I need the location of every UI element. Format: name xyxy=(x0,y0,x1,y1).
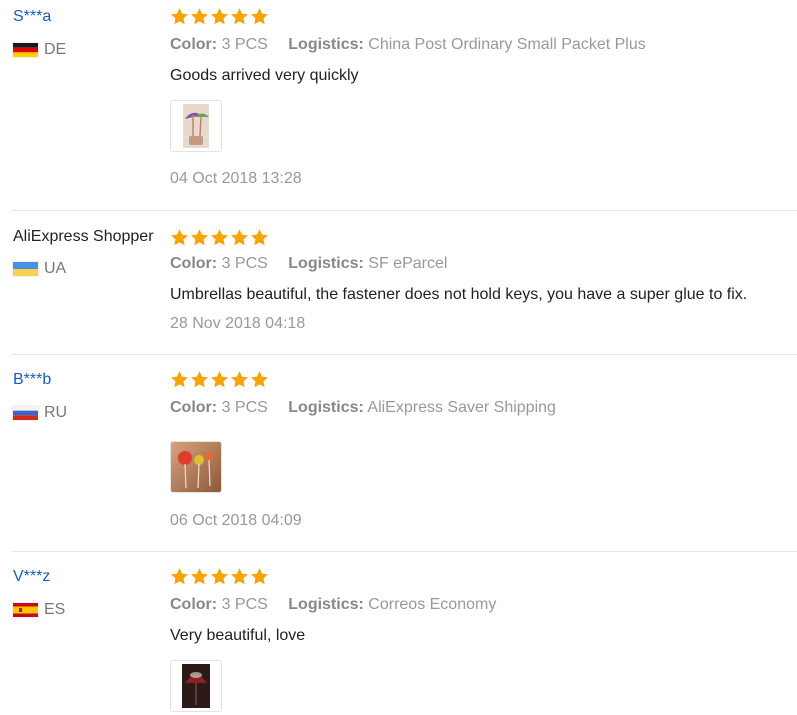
order-info: Color: 3 PCS Logistics: China Post Ordin… xyxy=(170,36,646,54)
star-rating xyxy=(170,567,269,586)
star-icon xyxy=(231,8,248,25)
star-rating xyxy=(170,228,269,247)
star-icon xyxy=(211,229,228,246)
country-code: ES xyxy=(44,601,66,618)
logistics-value: China Post Ordinary Small Packet Plus xyxy=(368,36,646,53)
star-icon xyxy=(211,371,228,388)
star-rating xyxy=(170,7,269,26)
review-item: V***z ES Color: 3 PCS Logistics: Correos… xyxy=(0,560,797,715)
umbrella-photo xyxy=(171,442,221,492)
star-icon xyxy=(231,229,248,246)
review-date: 06 Oct 2018 04:09 xyxy=(170,512,302,529)
umbrella-photo xyxy=(171,661,221,711)
divider xyxy=(12,551,797,552)
russia-flag-icon xyxy=(13,406,38,420)
order-info: Color: 3 PCS Logistics: SF eParcel xyxy=(170,255,447,273)
color-label: Color: xyxy=(170,255,218,272)
logistics-label: Logistics: xyxy=(288,36,364,53)
order-info: Color: 3 PCS Logistics: AliExpress Saver… xyxy=(170,399,556,417)
star-icon xyxy=(251,371,268,388)
country-code: UA xyxy=(44,260,67,277)
star-icon xyxy=(231,371,248,388)
logistics-label: Logistics: xyxy=(288,596,364,613)
logistics-value: SF eParcel xyxy=(368,255,448,272)
star-icon xyxy=(191,229,208,246)
star-icon xyxy=(251,568,268,585)
star-icon xyxy=(251,8,268,25)
color-value: 3 PCS xyxy=(221,596,268,613)
star-rating xyxy=(170,370,269,389)
color-label: Color: xyxy=(170,596,218,613)
logistics-value: AliExpress Saver Shipping xyxy=(367,399,556,416)
reviewer-name: AliExpress Shopper xyxy=(13,228,154,245)
color-label: Color: xyxy=(170,36,218,53)
star-icon xyxy=(231,568,248,585)
color-value: 3 PCS xyxy=(221,399,268,416)
country-code: DE xyxy=(44,41,67,58)
logistics-label: Logistics: xyxy=(288,399,364,416)
review-date: 04 Oct 2018 13:28 xyxy=(170,170,302,187)
review-item: S***a DE Color: 3 PCS Logistics: China P… xyxy=(0,0,797,211)
star-icon xyxy=(251,229,268,246)
review-photo-thumbnail[interactable] xyxy=(170,660,222,712)
color-label: Color: xyxy=(170,399,218,416)
review-photo-thumbnail[interactable] xyxy=(170,441,222,493)
star-icon xyxy=(191,568,208,585)
review-text: Very beautiful, love xyxy=(170,627,306,644)
reviewer-country: ES xyxy=(13,600,65,620)
color-value: 3 PCS xyxy=(221,255,268,272)
star-icon xyxy=(171,371,188,388)
review-text: Goods arrived very quickly xyxy=(170,67,359,84)
color-value: 3 PCS xyxy=(221,36,268,53)
logistics-value: Correos Economy xyxy=(368,596,497,613)
spain-flag-icon xyxy=(13,603,38,617)
reviewer-name[interactable]: S***a xyxy=(13,8,51,26)
star-icon xyxy=(191,371,208,388)
star-icon xyxy=(211,8,228,25)
country-code: RU xyxy=(44,404,68,421)
reviewer-country: UA xyxy=(13,259,66,279)
reviewer-country: DE xyxy=(13,40,66,60)
order-info: Color: 3 PCS Logistics: Correos Economy xyxy=(170,596,496,614)
germany-flag-icon xyxy=(13,43,38,57)
logistics-label: Logistics: xyxy=(288,255,364,272)
review-item: B***b RU Color: 3 PCS Logistics: AliExpr… xyxy=(0,363,797,552)
star-icon xyxy=(171,8,188,25)
ukraine-flag-icon xyxy=(13,262,38,276)
reviewer-country: RU xyxy=(13,403,67,423)
review-item: AliExpress Shopper UA Color: 3 PCS Logis… xyxy=(0,219,797,355)
star-icon xyxy=(171,229,188,246)
divider xyxy=(12,210,797,211)
star-icon xyxy=(191,8,208,25)
review-date: 28 Nov 2018 04:18 xyxy=(170,315,306,332)
reviewer-name[interactable]: B***b xyxy=(13,371,51,389)
review-text: Umbrellas beautiful, the fastener does n… xyxy=(170,286,748,303)
reviewer-name[interactable]: V***z xyxy=(13,568,50,586)
star-icon xyxy=(211,568,228,585)
divider xyxy=(12,354,797,355)
umbrella-photo xyxy=(171,101,221,151)
star-icon xyxy=(171,568,188,585)
review-photo-thumbnail[interactable] xyxy=(170,100,222,152)
